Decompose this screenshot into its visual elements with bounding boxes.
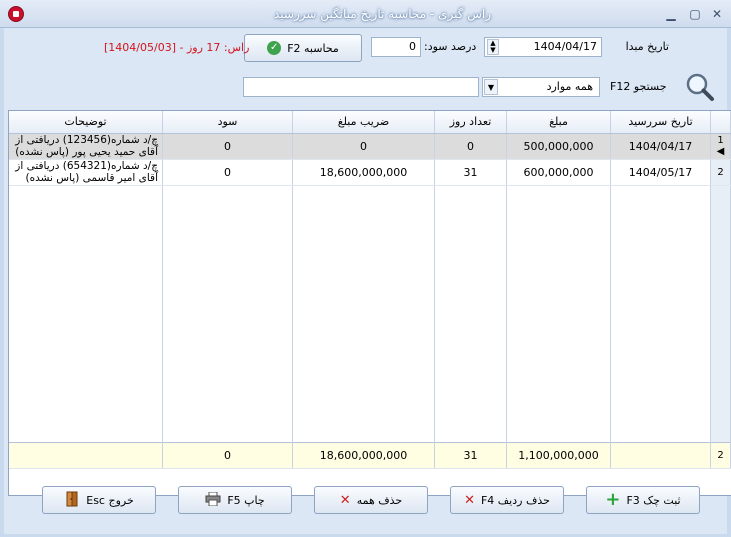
exit-button[interactable]: خروج Esc: [42, 486, 156, 514]
cell-profit[interactable]: 0: [162, 133, 293, 160]
table-row[interactable]: 2 1404/05/17 600,000,000 31 18,600,000,0…: [9, 159, 731, 186]
result-text: راس: 17 روز - [1404/05/03]: [104, 41, 250, 54]
title-bar: راس گیری - محاسبه تاریخ میانگین سررسید ▁…: [0, 0, 731, 28]
cell-days[interactable]: 31: [434, 159, 507, 186]
header-amount[interactable]: مبلغ: [506, 111, 611, 134]
table-row[interactable]: 1 ◀ 1404/04/17 500,000,000 0 0 0 چ/د شما…: [9, 133, 731, 160]
row-pointer-icon: ◀: [716, 146, 725, 157]
filter-select[interactable]: ▼ همه موارد: [482, 77, 600, 97]
cell-coefficient[interactable]: 0: [292, 133, 435, 160]
cell-description[interactable]: چ/د شماره(654321) دریافتی از آقای امیر ق…: [9, 159, 163, 186]
total-description: [9, 441, 163, 469]
cell-coefficient[interactable]: 18,600,000,000: [292, 159, 435, 186]
cell-description[interactable]: چ/د شماره(123456) دریافتی از آقای حمید ی…: [9, 133, 163, 160]
interest-label: درصد سود:: [424, 40, 477, 53]
row-number: 1 ◀: [710, 133, 731, 160]
header-days[interactable]: تعداد روز: [434, 111, 507, 134]
total-row-count: 2: [710, 441, 731, 469]
interest-field[interactable]: 0: [371, 37, 421, 57]
delete-row-button[interactable]: حذف ردیف F4 ✕: [450, 486, 564, 514]
cheques-grid: تاریخ سررسید مبلغ تعداد روز ضریب مبلغ سو…: [8, 110, 731, 496]
delete-x-icon: ✕: [464, 492, 475, 508]
row-number: 2: [710, 159, 731, 186]
start-date-label: تاریخ مبدا: [625, 40, 669, 53]
cell-amount[interactable]: 600,000,000: [506, 159, 611, 186]
search-label: جستجو F12: [610, 80, 667, 93]
search-icon[interactable]: [684, 71, 716, 103]
cell-due-date[interactable]: 1404/05/17: [610, 159, 711, 186]
delete-x-icon: ✕: [339, 492, 351, 508]
close-icon[interactable]: ✕: [708, 6, 726, 22]
calculate-button[interactable]: محاسبه F2 ✓: [244, 34, 362, 62]
row-number-header: [710, 111, 731, 134]
window-title: راس گیری - محاسبه تاریخ میانگین سررسید: [273, 7, 491, 21]
total-coefficient: 18,600,000,000: [292, 441, 435, 469]
exit-door-icon: [64, 491, 80, 510]
header-description[interactable]: توضیحات: [9, 111, 163, 134]
totals-row: 2 1,100,000,000 31 18,600,000,000 0: [9, 441, 731, 469]
table-header-row: تاریخ سررسید مبلغ تعداد روز ضریب مبلغ سو…: [9, 111, 731, 134]
cell-amount[interactable]: 500,000,000: [506, 133, 611, 160]
register-cheque-button[interactable]: ثبت چک F3 +: [586, 486, 700, 514]
app-logo-icon: [8, 6, 24, 22]
search-input[interactable]: [243, 77, 479, 97]
main-panel: تاریخ مبدا ▲ ▼ 1404/04/17 درصد سود: 0 محا…: [4, 28, 731, 534]
total-profit: 0: [162, 441, 293, 469]
cell-due-date[interactable]: 1404/04/17: [610, 133, 711, 160]
header-due-date[interactable]: تاریخ سررسید: [610, 111, 711, 134]
delete-all-button[interactable]: حذف همه ✕: [314, 486, 428, 514]
total-days: 31: [434, 441, 507, 469]
cell-profit[interactable]: 0: [162, 159, 293, 186]
maximize-icon[interactable]: ▢: [686, 6, 704, 22]
total-due-date: [610, 441, 711, 469]
minimize-icon[interactable]: ▁: [662, 6, 680, 22]
total-amount: 1,100,000,000: [506, 441, 611, 469]
plus-icon: +: [605, 489, 621, 510]
cell-days[interactable]: 0: [434, 133, 507, 160]
printer-icon: [205, 491, 221, 509]
start-date-field[interactable]: ▲ ▼ 1404/04/17: [484, 37, 602, 57]
chevron-down-icon[interactable]: ▼: [484, 79, 498, 95]
date-spin-icon[interactable]: ▲ ▼: [487, 39, 499, 55]
print-button[interactable]: چاپ F5: [178, 486, 292, 514]
empty-area: [9, 185, 731, 442]
header-profit[interactable]: سود: [162, 111, 293, 134]
header-coefficient[interactable]: ضریب مبلغ: [292, 111, 435, 134]
check-icon: ✓: [267, 41, 282, 55]
